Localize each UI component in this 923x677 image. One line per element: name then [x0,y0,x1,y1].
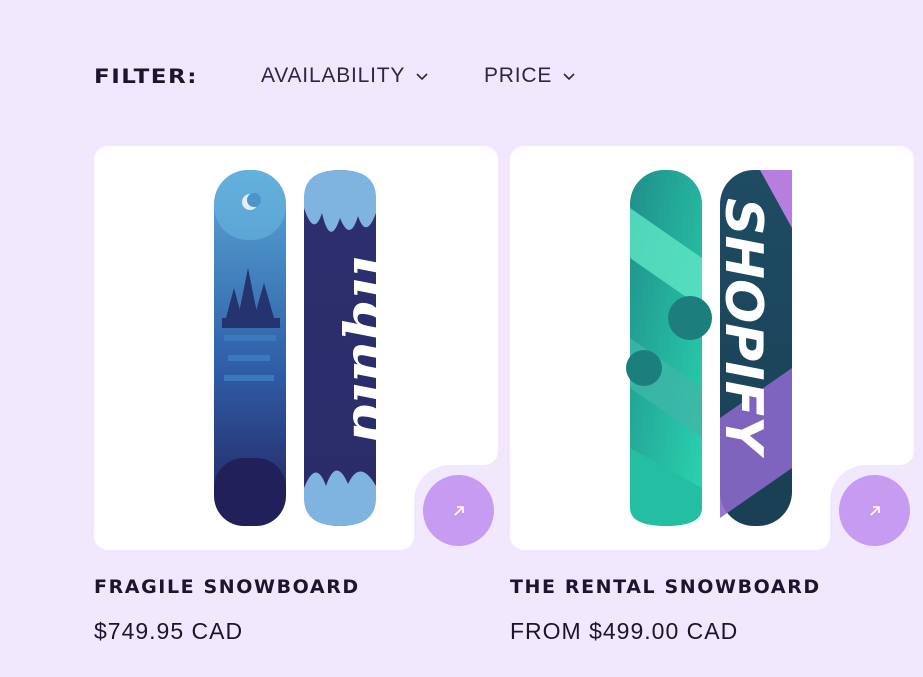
arrow-up-right-icon [869,505,880,516]
price-filter-button[interactable]: PRICE [484,64,576,88]
product-image-container[interactable]: SHOPIFY [510,146,914,550]
product-card-fragile-snowboard[interactable]: liquid FRAGILE SNOWBOARD $749.95 CAD [94,146,498,644]
product-price: FROM $499.00 CAD [510,618,739,644]
product-image-shopify-snowboard: SHOPIFY [626,170,792,526]
chevron-down-icon [416,73,428,81]
product-title[interactable]: THE RENTAL SNOWBOARD [510,576,821,598]
price-filter-label: PRICE [484,64,553,87]
product-image-liquid-snowboard: liquid [214,170,389,526]
product-card-rental-snowboard[interactable]: SHOPIFY THE RENTAL SNOWBOARD FROM $499.0… [510,146,914,644]
arrow-up-right-icon [453,505,464,516]
product-price: $749.95 CAD [94,618,244,644]
chevron-down-icon [563,73,575,81]
board-graphic-text: liquid [340,256,389,445]
view-product-button[interactable] [839,475,910,546]
filter-bar: FILTER: AVAILABILITY PRICE [94,62,575,92]
product-title[interactable]: FRAGILE SNOWBOARD [94,576,360,598]
board-graphic-text: SHOPIFY [713,198,773,459]
availability-filter-button[interactable]: AVAILABILITY [261,64,429,88]
availability-filter-label: AVAILABILITY [261,64,406,87]
product-image-container[interactable]: liquid [94,146,498,550]
filter-label: FILTER: [94,65,198,89]
view-product-button[interactable] [423,475,494,546]
